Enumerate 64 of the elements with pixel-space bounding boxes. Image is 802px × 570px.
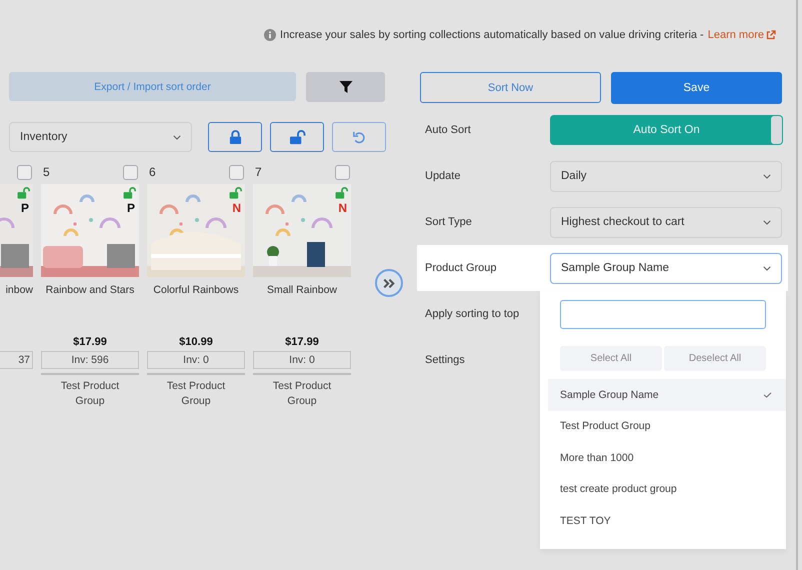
product-price: $17.99 — [73, 336, 107, 348]
dropdown-option[interactable]: Sample Group Name — [548, 379, 786, 410]
status-letter: P — [20, 202, 29, 214]
dropdown-option[interactable]: More than 1000 — [548, 442, 786, 474]
setting-select[interactable]: Highest checkout to cart — [550, 206, 782, 238]
product-checkbox[interactable] — [17, 164, 32, 180]
setting-select[interactable]: Daily — [550, 160, 782, 192]
product-checkbox[interactable] — [123, 164, 138, 180]
search-field[interactable] — [560, 300, 766, 329]
lock-button[interactable] — [208, 122, 262, 152]
setting-label: Sort Type — [425, 216, 473, 228]
product-price: $17.99 — [285, 336, 319, 348]
filter-icon — [338, 80, 352, 94]
lock-icon — [228, 130, 242, 144]
filter-button[interactable] — [306, 72, 385, 102]
unlocked-icon[interactable] — [17, 187, 31, 199]
product-number: 5 — [42, 165, 50, 179]
product-title: Rainbow and Stars — [44, 284, 136, 296]
unlocked-icon[interactable] — [123, 187, 137, 199]
inventory-count: Inv: 0 — [253, 351, 351, 369]
product-number: 6 — [148, 165, 156, 179]
setting-label: Settings — [425, 354, 466, 366]
product-checkbox[interactable] — [335, 164, 350, 180]
product-checkbox[interactable] — [229, 164, 244, 180]
chevron-down-icon — [763, 174, 771, 178]
dropdown-option[interactable]: test create product group — [548, 474, 786, 505]
chevron-down-icon — [763, 220, 771, 224]
save-button[interactable]: Save — [611, 72, 782, 104]
product-group-label: Test Product Group — [272, 379, 332, 409]
external-link-icon — [766, 30, 776, 40]
unlock-button[interactable] — [270, 122, 324, 152]
unlocked-icon — [288, 130, 306, 144]
undo-icon — [352, 130, 366, 144]
unlocked-icon[interactable] — [335, 187, 349, 199]
status-letter: N — [338, 202, 347, 214]
setting-label: Apply sorting to top — [425, 308, 520, 320]
chevron-down-icon — [763, 266, 771, 270]
info-icon — [264, 29, 276, 41]
reset-button[interactable] — [332, 122, 386, 152]
setting-label: Product Group — [425, 262, 498, 274]
inventory-count: 37 — [0, 351, 33, 369]
setting-select[interactable]: Sample Group Name — [550, 252, 782, 284]
setting-label: Auto Sort — [425, 124, 472, 136]
inventory-count: Inv: 0 — [147, 351, 245, 369]
inventory-count: Inv: 596 — [41, 351, 139, 369]
status-letter: N — [232, 202, 241, 214]
double-chevron-right-icon — [383, 278, 395, 288]
sort-select[interactable]: Inventory — [9, 122, 192, 152]
next-page-button[interactable] — [375, 269, 403, 297]
dropdown-option[interactable]: Test Product Group — [548, 410, 786, 442]
dropdown-option[interactable]: TEST TOY — [548, 505, 786, 536]
product-group-label: Test Product Group — [60, 379, 120, 409]
product-price: $10.99 — [179, 336, 213, 348]
product-title: inbow — [4, 284, 33, 296]
unlocked-icon[interactable] — [229, 187, 243, 199]
product-group-label: Test Product Group — [166, 379, 226, 409]
chevron-down-icon — [173, 134, 181, 140]
product-title: Small Rainbow — [266, 284, 338, 296]
product-number: 7 — [254, 165, 262, 179]
info-text: Increase your sales by sorting collections automatically based on value driving criteria - — [280, 29, 704, 41]
check-icon — [763, 392, 772, 398]
status-letter: P — [126, 202, 135, 214]
product-title: Colorful Rainbows — [152, 284, 240, 296]
setting-label: Update — [425, 170, 462, 182]
